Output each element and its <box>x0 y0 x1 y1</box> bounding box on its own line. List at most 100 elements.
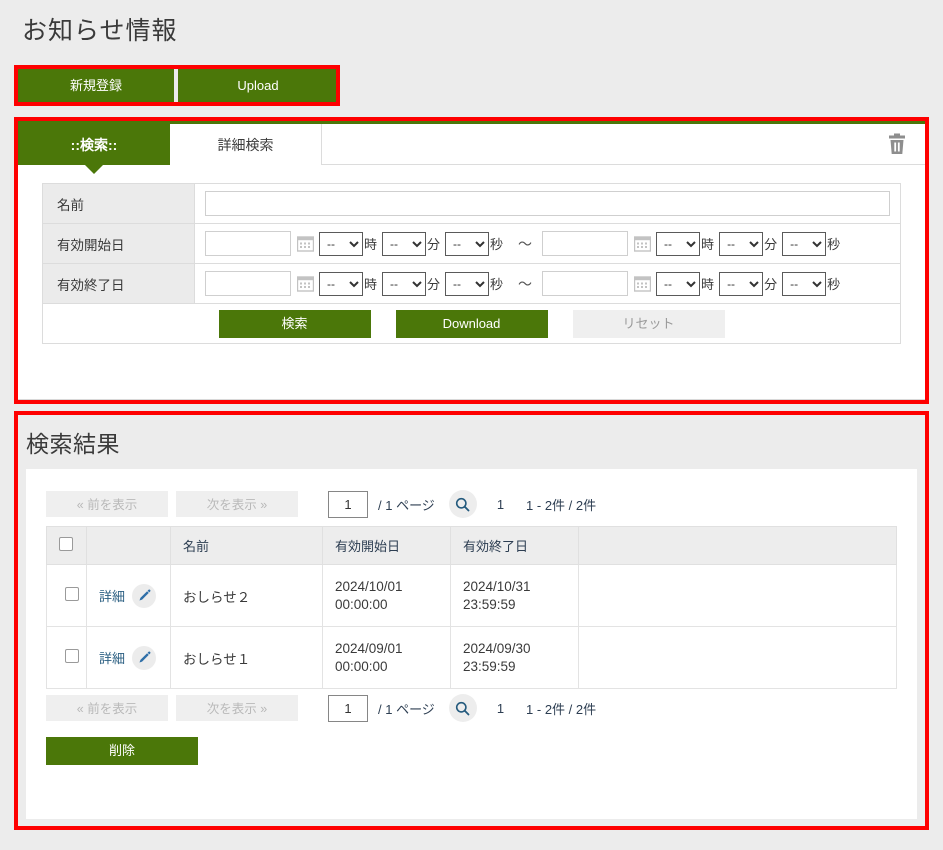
form-row-end-date: 有効終了日 -- 時 -- 分 -- 秒 〜 -- 時 -- 分 -- 秒 <box>42 263 901 304</box>
page-number-input-bottom[interactable] <box>328 694 368 722</box>
header-start-date: 有効開始日 <box>322 526 451 565</box>
page-number-input-top[interactable] <box>328 490 368 518</box>
search-button[interactable]: 検索 <box>218 309 371 338</box>
page-root: お知らせ情報 新規登録 Upload ::検索:: 詳細検索 名前 有効開始日 … <box>0 0 943 850</box>
row-end-time: 23:59:59 <box>463 596 516 612</box>
header-detail <box>86 526 171 565</box>
pagination-bottom: « 前を表示 次を表示 » / 1 ページ 1 1 - 2件 / 2件 <box>46 689 897 727</box>
unit-hour: 時 <box>701 277 715 292</box>
start-date-to-second-select[interactable]: -- <box>782 231 827 256</box>
unit-second: 秒 <box>490 277 504 292</box>
calendar-icon[interactable] <box>633 235 652 252</box>
tab-search-label: ::検索:: <box>70 136 118 153</box>
row-detail-cell: 詳細 <box>86 564 171 627</box>
upload-button[interactable]: Upload <box>178 69 338 102</box>
end-date-from-minute-select[interactable]: -- <box>382 271 427 296</box>
search-icon[interactable] <box>448 490 477 518</box>
detail-link[interactable]: 詳細 <box>99 586 125 605</box>
start-date-from-minute-select[interactable]: -- <box>382 231 427 256</box>
header-end-date: 有効終了日 <box>450 526 579 565</box>
end-date-to-hour-select[interactable]: -- <box>656 271 701 296</box>
row-start-datetime: 2024/10/01 00:00:00 <box>322 564 451 627</box>
start-date-from-input[interactable] <box>205 231 291 256</box>
current-page-number-bottom: 1 <box>496 700 505 716</box>
tab-detail-search-label: 詳細検索 <box>217 136 274 153</box>
end-date-from-second-select[interactable]: -- <box>445 271 490 296</box>
row-start-datetime: 2024/09/01 00:00:00 <box>322 626 451 689</box>
unit-minute: 分 <box>427 237 441 252</box>
row-name: おしらせ１ <box>170 626 323 689</box>
row-start-date: 2024/09/01 <box>335 640 403 656</box>
download-button[interactable]: Download <box>395 309 548 338</box>
detail-link[interactable]: 詳細 <box>99 648 125 667</box>
result-count-label-top: 1 - 2件 / 2件 <box>526 497 597 513</box>
new-register-button[interactable]: 新規登録 <box>18 69 174 102</box>
row-end-date: 2024/09/30 <box>463 640 531 656</box>
unit-minute: 分 <box>764 277 778 292</box>
calendar-icon[interactable] <box>633 275 652 292</box>
row-start-time: 00:00:00 <box>335 596 388 612</box>
result-card: « 前を表示 次を表示 » / 1 ページ 1 1 - 2件 / 2件 <box>26 469 917 819</box>
prev-page-button-top[interactable]: « 前を表示 <box>46 491 168 517</box>
row-checkbox-cell <box>46 626 87 689</box>
select-all-checkbox[interactable] <box>59 537 73 551</box>
search-form: 名前 有効開始日 -- 時 -- 分 -- 秒 〜 -- 時 -- 分 -- 秒… <box>18 165 925 344</box>
pagination-top: « 前を表示 次を表示 » / 1 ページ 1 1 - 2件 / 2件 <box>46 485 897 523</box>
end-date-to-input[interactable] <box>542 271 629 296</box>
calendar-icon[interactable] <box>296 235 315 252</box>
prev-page-button-bottom[interactable]: « 前を表示 <box>46 695 168 721</box>
start-date-to-input[interactable] <box>542 231 629 256</box>
end-date-to-minute-select[interactable]: -- <box>719 271 764 296</box>
trash-icon[interactable] <box>887 133 907 155</box>
calendar-icon[interactable] <box>296 275 315 292</box>
unit-hour: 時 <box>364 237 378 252</box>
unit-second: 秒 <box>827 237 841 252</box>
tab-detail-search[interactable]: 詳細検索 <box>170 124 322 165</box>
next-page-button-top[interactable]: 次を表示 » <box>176 491 298 517</box>
reset-button[interactable]: リセット <box>572 309 725 338</box>
end-date-from-input[interactable] <box>205 271 291 296</box>
unit-second: 秒 <box>490 237 504 252</box>
name-input[interactable] <box>205 191 890 216</box>
field-name <box>194 183 901 224</box>
start-date-from-hour-select[interactable]: -- <box>319 231 363 256</box>
row-extra-cell <box>578 626 897 689</box>
table-row: 詳細 おしらせ１ 2024/09/01 00:00:00 2024/09/30 … <box>46 626 897 689</box>
search-form-table: 名前 有効開始日 -- 時 -- 分 -- 秒 〜 -- 時 -- 分 -- 秒… <box>42 183 901 344</box>
search-actions-cell: 検索 Download リセット <box>42 303 901 344</box>
unit-minute: 分 <box>764 237 778 252</box>
row-end-datetime: 2024/09/30 23:59:59 <box>450 626 579 689</box>
row-start-time: 00:00:00 <box>335 658 388 674</box>
start-date-from-second-select[interactable]: -- <box>445 231 490 256</box>
end-date-from-hour-select[interactable]: -- <box>319 271 363 296</box>
table-row: 詳細 おしらせ２ 2024/10/01 00:00:00 2024/10/31 … <box>46 564 897 627</box>
field-start-date: -- 時 -- 分 -- 秒 〜 -- 時 -- 分 -- 秒 <box>194 223 901 264</box>
start-date-to-minute-select[interactable]: -- <box>719 231 764 256</box>
pencil-icon[interactable] <box>132 583 157 608</box>
unit-minute: 分 <box>427 277 441 292</box>
next-page-button-bottom[interactable]: 次を表示 » <box>176 695 298 721</box>
top-action-bar: 新規登録 Upload <box>18 69 338 102</box>
row-checkbox-cell <box>46 564 87 627</box>
row-detail-cell: 詳細 <box>86 626 171 689</box>
result-table: 名前 有効開始日 有効終了日 詳細 おしらせ２ 2024/10/01 00:00… <box>46 526 897 689</box>
row-checkbox[interactable] <box>65 587 79 601</box>
page-total-label-top: / 1 ページ <box>378 497 435 513</box>
search-panel: ::検索:: 詳細検索 名前 有効開始日 -- 時 -- 分 -- 秒 〜 --… <box>18 121 925 400</box>
page-total-label-bottom: / 1 ページ <box>378 701 435 717</box>
header-select-all <box>46 526 87 565</box>
result-section: 検索結果 « 前を表示 次を表示 » / 1 ページ 1 1 - 2件 / 2件 <box>18 415 925 826</box>
end-date-to-second-select[interactable]: -- <box>782 271 827 296</box>
delete-button[interactable]: 削除 <box>46 737 198 765</box>
delete-row: 削除 <box>46 737 897 765</box>
row-end-date: 2024/10/31 <box>463 578 531 594</box>
row-checkbox[interactable] <box>65 649 79 663</box>
tab-search[interactable]: ::検索:: <box>18 124 170 174</box>
row-end-datetime: 2024/10/31 23:59:59 <box>450 564 579 627</box>
header-extra <box>578 526 897 565</box>
pencil-icon[interactable] <box>132 645 157 670</box>
search-icon[interactable] <box>448 694 477 722</box>
row-name: おしらせ２ <box>170 564 323 627</box>
row-extra-cell <box>578 564 897 627</box>
start-date-to-hour-select[interactable]: -- <box>656 231 701 256</box>
